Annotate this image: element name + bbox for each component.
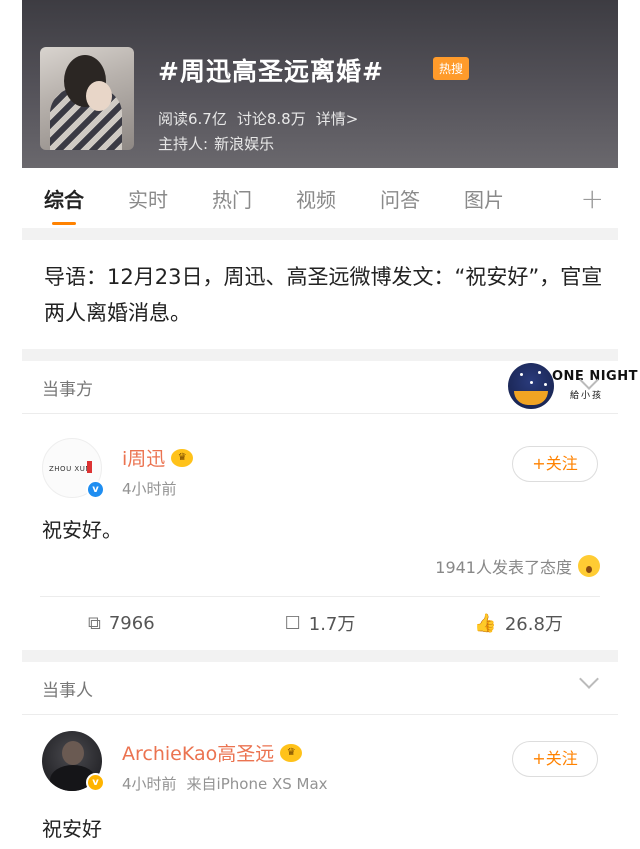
vip-crown-icon: ♛ [171,448,194,467]
username[interactable]: i周迅 ♛ [122,444,194,471]
follow-button[interactable]: +关注 [512,446,598,482]
tab-bar: 综合 实时 热门 视频 问答 图片 + [22,168,618,228]
thumbs-up-icon: 👍 [474,612,497,634]
host-label: 主持人: [158,135,209,153]
read-count: 阅读6.7亿 [158,110,227,128]
post-content: 祝安好。 [42,518,122,542]
post-time: 4小时前 [122,775,177,793]
post-actions: ⧉ 7966 ☐ 1.7万 👍 26.8万 [22,597,618,649]
add-tab-icon[interactable]: + [581,182,604,215]
comment-button[interactable]: ☐ 1.7万 [221,597,420,649]
hot-badge: 热搜 [433,57,470,80]
section-label: 当事方 [42,380,93,400]
verified-icon: v [86,773,105,792]
comment-icon: ☐ [284,612,301,634]
chevron-down-icon[interactable] [579,669,599,689]
tab-qa[interactable]: 问答 [358,184,442,213]
tab-realtime[interactable]: 实时 [106,184,190,213]
repost-icon: ⧉ [88,612,101,634]
host-name[interactable]: 新浪娱乐 [214,133,274,154]
post-meta: 4小时前 [122,478,177,499]
surprised-emoji-icon [578,555,600,577]
one-night-logo[interactable] [508,363,554,409]
reaction-summary[interactable]: 1941人发表了态度 [435,554,600,578]
tab-comprehensive[interactable]: 综合 [22,184,106,225]
section-header-party: 当事人 [22,662,618,714]
post-archiekao: v ArchieKao高圣远 ♛ 4小时前 来自iPhone XS Max +关… [22,715,618,849]
verified-icon: v [86,480,105,499]
one-night-text: ONE NIGHT 給小孩 [552,369,638,401]
tab-video[interactable]: 视频 [274,184,358,213]
post-time: 4小时前 [122,480,177,498]
tab-images[interactable]: 图片 [442,184,526,213]
topic-stats: 阅读6.7亿 讨论8.8万 详情> [158,108,358,129]
follow-button[interactable]: +关注 [512,741,598,777]
topic-cover-image[interactable] [40,47,134,150]
separator [22,349,618,361]
post-zhouxun: ZHOU XUN v i周迅 ♛ 4小时前 +关注 祝安好。 1941人发表了态… [22,414,618,650]
tab-hot[interactable]: 热门 [190,184,274,213]
topic-title: #周迅高圣远离婚# [158,57,384,86]
separator [22,228,618,240]
post-content: 祝安好 [42,817,102,841]
topic-host: 主持人: 新浪娱乐 [158,133,274,154]
post-source: 来自iPhone XS Max [186,775,328,793]
like-button[interactable]: 👍 26.8万 [419,597,618,649]
section-label: 当事人 [42,681,93,701]
section-header-parties: 当事方 ONE NIGHT 給小孩 [22,361,637,413]
vip-crown-icon: ♛ [280,743,303,762]
post-meta: 4小时前 来自iPhone XS Max [122,773,328,794]
repost-button[interactable]: ⧉ 7966 [22,597,221,649]
separator [22,650,618,662]
topic-header: #周迅高圣远离婚# 热搜 阅读6.7亿 讨论8.8万 详情> 主持人: 新浪娱乐 [22,0,618,168]
discussion-count: 讨论8.8万 [236,110,306,128]
username[interactable]: ArchieKao高圣远 ♛ [122,739,303,766]
details-link[interactable]: 详情> [316,108,359,129]
topic-intro: 导语：12月23日，周迅、高圣远微博发文：“祝安好”，官宣两人离婚消息。 [44,265,603,325]
